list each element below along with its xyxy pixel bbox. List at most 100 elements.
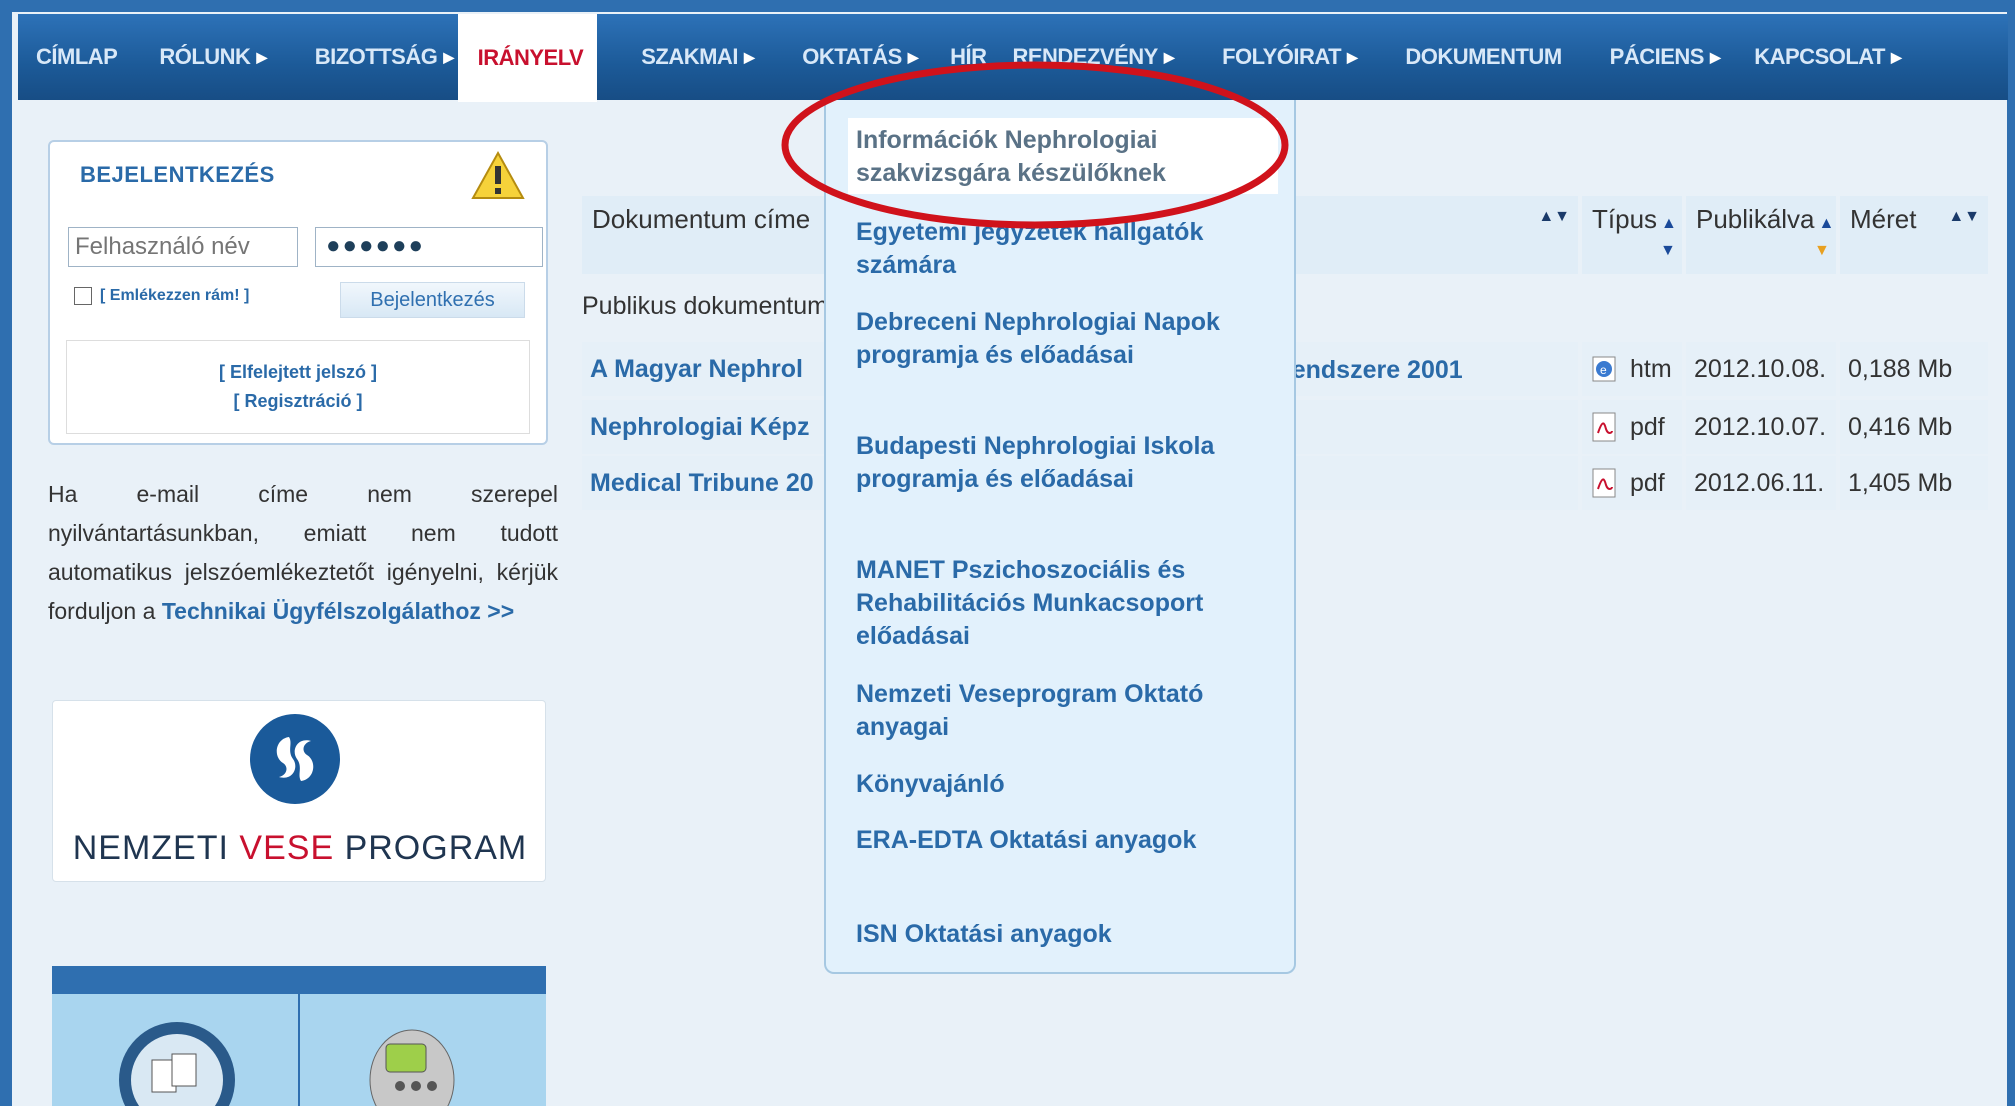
nav-item-6[interactable]: HÍR (922, 14, 990, 100)
password-input[interactable]: ●●●●●● (315, 227, 543, 267)
nav-item-4[interactable]: SZAKMAI ▶ (597, 14, 758, 100)
tech-support-link[interactable]: Technikai Ügyfélszolgálathoz >> (162, 598, 514, 624)
tile-divider (298, 994, 300, 1106)
sort-size-icon[interactable]: ▲▼ (1948, 208, 1980, 226)
doc-published-cell: 2012.06.11. (1686, 456, 1836, 510)
col-size-header[interactable]: Méret ▲▼ (1840, 196, 1988, 274)
ie-icon: e (1592, 356, 1616, 382)
col-published-header[interactable]: Publikálva ▲ ▼ (1686, 196, 1836, 274)
sort-desc-icon[interactable]: ▼ (1660, 242, 1676, 260)
pdf-icon (1592, 468, 1616, 498)
username-input[interactable] (68, 227, 298, 267)
nav-arrow-icon: ▶ (907, 48, 919, 65)
nav-item-1[interactable]: RÓLUNK ▶ (121, 14, 270, 100)
vese-program-logo (250, 714, 340, 804)
bottom-tiles (52, 966, 546, 1106)
doc-title-tail[interactable]: rendszere 2001 (1282, 356, 1463, 385)
nav-arrow-icon: ▶ (1709, 48, 1721, 65)
sort-asc-icon[interactable]: ▲ (1661, 215, 1677, 232)
nav-item-3[interactable]: IRÁNYELV (457, 14, 598, 102)
dropdown-item[interactable]: ISN Oktatási anyagok (856, 918, 1276, 951)
nav-label: SZAKMAI (641, 44, 738, 69)
col-type-label: Típus (1592, 204, 1658, 234)
main-navigation: CÍMLAP RÓLUNK ▶ BIZOTTSÁG ▶ IRÁNYELV SZAKMAI ▶ O… (18, 14, 2008, 102)
nav-label: DOKUMENTUM (1405, 44, 1562, 69)
sort-title-icon[interactable]: ▲▼ (1538, 208, 1570, 226)
publication-seal-icon[interactable] (112, 1020, 242, 1106)
nav-item-0[interactable]: CÍMLAP (18, 14, 121, 100)
doc-type-label: htm (1630, 354, 1672, 383)
window-frame-left (0, 0, 12, 1106)
nemzeti-vese-program-banner[interactable]: NEMZETI VESE PROGRAM (52, 700, 546, 882)
remember-label[interactable]: [ Emlékezzen rám! ] (100, 287, 249, 305)
doc-title-link[interactable]: Medical Tribune 20 (590, 469, 814, 498)
nav-arrow-icon: ▶ (256, 48, 267, 65)
window-frame-right (2007, 0, 2015, 1106)
nav-item-7[interactable]: RENDEZVÉNY ▶ (990, 14, 1178, 100)
doc-type-cell: pdf (1582, 400, 1682, 454)
sort-asc-icon[interactable]: ▲ (1819, 215, 1835, 232)
nav-arrow-icon: ▶ (443, 48, 454, 65)
register-link[interactable]: [ Regisztráció ] (233, 391, 362, 412)
col-type-header[interactable]: Típus ▲ ▼ (1582, 196, 1682, 274)
nav-item-2[interactable]: BIZOTTSÁG ▶ (271, 14, 458, 100)
doc-type-label: pdf (1630, 468, 1665, 497)
nav-label: HÍR (950, 44, 987, 69)
nav-label: RENDEZVÉNY (1012, 44, 1158, 69)
login-button[interactable]: Bejelentkezés (340, 282, 525, 318)
col-published-label: Publikálva (1696, 204, 1815, 234)
calculator-icon[interactable] (352, 1020, 482, 1106)
vese-word-3: PROGRAM (334, 829, 528, 867)
nav-item-8[interactable]: FOLYÓIRAT ▶ (1178, 14, 1361, 100)
nav-arrow-icon: ▶ (1347, 48, 1358, 65)
doc-title-link[interactable]: Nephrologiai Képz (590, 413, 809, 442)
nav-item-5[interactable]: OKTATÁS ▶ (758, 14, 922, 100)
dropdown-item[interactable]: Információk Nephrologiai szakvizsgára ké… (856, 124, 1276, 190)
doc-size-cell: 0,188 Mb (1840, 342, 1988, 396)
nav-label: KAPCSOLAT (1754, 44, 1885, 69)
dropdown-item[interactable]: Nemzeti Veseprogram Oktató anyagai (856, 678, 1276, 744)
nav-arrow-icon: ▶ (1163, 48, 1175, 65)
login-links: [ Elfelejtett jelszó ] [ Regisztráció ] (66, 340, 530, 434)
dropdown-item[interactable]: Egyetemi jegyzetek hallgatók számára (856, 216, 1276, 282)
svg-text:e: e (1600, 363, 1607, 377)
pdf-icon (1592, 412, 1616, 442)
dropdown-item[interactable]: Könyvajánló (856, 768, 1276, 801)
vese-word-1: NEMZETI (72, 829, 240, 867)
col-size-label: Méret (1850, 204, 1917, 234)
nav-label: FOLYÓIRAT (1222, 44, 1342, 69)
window-frame-top (0, 0, 2015, 12)
nav-label: CÍMLAP (36, 44, 118, 69)
doc-size-cell: 0,416 Mb (1840, 400, 1988, 454)
nav-label: RÓLUNK (159, 44, 251, 69)
col-title-label: Dokumentum címe (592, 204, 811, 234)
dropdown-item[interactable]: Budapesti Nephrologiai Iskola programja … (856, 430, 1276, 496)
doc-published-cell: 2012.10.08. (1686, 342, 1836, 396)
warning-icon (471, 150, 525, 199)
oktatas-dropdown-menu: Információk Nephrologiai szakvizsgára ké… (824, 100, 1296, 974)
nav-item-9[interactable]: DOKUMENTUM (1361, 14, 1565, 100)
login-title: BEJELENTKEZÉS (80, 162, 275, 187)
doc-type-cell: pdf (1582, 456, 1682, 510)
sort-desc-active-icon[interactable]: ▼ (1814, 242, 1830, 260)
nav-label: OKTATÁS (802, 44, 902, 69)
password-help-text: Ha e-mail címe nem szerepel nyilvántartá… (48, 475, 558, 631)
dropdown-item[interactable]: Debreceni Nephrologiai Napok programja é… (856, 306, 1276, 372)
vese-program-text: NEMZETI VESE PROGRAM (53, 829, 547, 868)
dropdown-item[interactable]: MANET Pszichoszociális és Rehabilitációs… (856, 554, 1276, 653)
nav-item-11[interactable]: KAPCSOLAT ▶ (1724, 14, 1905, 100)
nav-arrow-icon: ▶ (1891, 48, 1902, 65)
remember-checkbox[interactable] (74, 287, 92, 305)
doc-title-link[interactable]: A Magyar Nephrol (590, 355, 803, 384)
nav-arrow-icon: ▶ (743, 48, 755, 65)
login-panel: BEJELENTKEZÉS ●●●●●● [ Emlékezzen rám! ]… (48, 140, 548, 445)
remember-me[interactable]: [ Emlékezzen rám! ] (74, 287, 249, 305)
nav-label: PÁCIENS (1609, 44, 1705, 69)
doc-size-cell: 1,405 Mb (1840, 456, 1988, 510)
nav-item-10[interactable]: PÁCIENS ▶ (1566, 14, 1725, 100)
dropdown-item[interactable]: ERA-EDTA Oktatási anyagok (856, 824, 1276, 857)
doc-type-label: pdf (1630, 412, 1665, 441)
nav-label: BIZOTTSÁG (314, 44, 438, 69)
forgot-password-link[interactable]: [ Elfelejtett jelszó ] (219, 362, 377, 383)
vese-word-2: VESE (239, 829, 335, 867)
